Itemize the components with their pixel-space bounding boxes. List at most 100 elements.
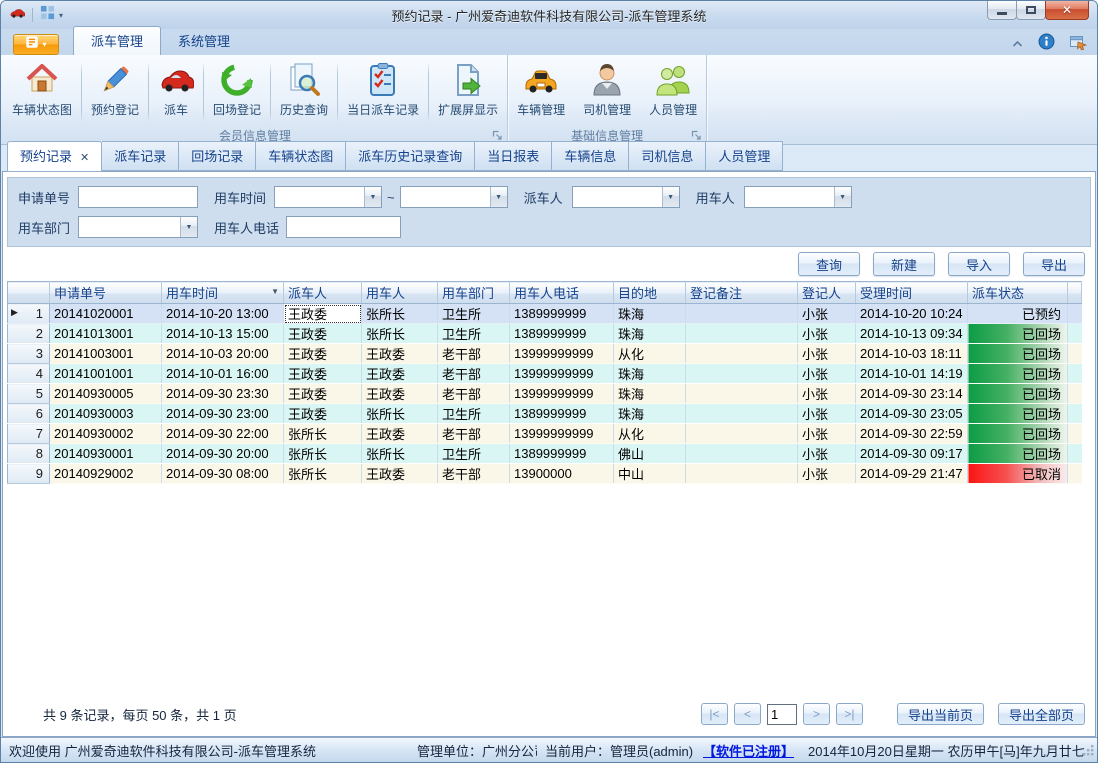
grid-cell[interactable]: 王政委 xyxy=(284,324,362,344)
doc-tab[interactable]: 派车记录 xyxy=(102,141,179,171)
page-number-input[interactable] xyxy=(767,704,797,725)
application-menu-button[interactable]: ▾ xyxy=(13,34,59,55)
grid-cell[interactable]: 张所长 xyxy=(284,444,362,464)
grid-column-header[interactable]: 目的地 xyxy=(614,282,686,304)
doc-tab[interactable]: 司机信息 xyxy=(629,141,706,171)
grid-cell[interactable] xyxy=(686,464,798,484)
grid-cell[interactable]: 小张 xyxy=(798,464,856,484)
grid-cell[interactable]: 老干部 xyxy=(438,344,510,364)
last-page-button[interactable]: >| xyxy=(836,703,863,725)
ribbon-button-taxi[interactable]: 车辆管理 xyxy=(508,58,574,127)
grid-cell[interactable]: 小张 xyxy=(798,304,856,324)
license-registered-link[interactable]: 【软件已注册】 xyxy=(703,744,794,759)
dialog-launcher-icon[interactable] xyxy=(492,130,503,141)
grid-cell[interactable]: 2014-09-30 23:00 xyxy=(162,404,284,424)
table-row[interactable]: 2201410130012014-10-13 15:00王政委张所长卫生所138… xyxy=(8,324,1082,344)
use-time-end-combo[interactable]: ▼ xyxy=(400,186,508,208)
grid-cell[interactable]: 张所长 xyxy=(362,304,438,324)
grid-cell[interactable]: 王政委 xyxy=(284,344,362,364)
row-header[interactable]: 9 xyxy=(8,464,50,484)
grid-cell[interactable]: 卫生所 xyxy=(438,304,510,324)
grid-cell[interactable]: 20141013001 xyxy=(50,324,162,344)
doc-tab[interactable]: 车辆信息 xyxy=(552,141,629,171)
row-header[interactable]: 6 xyxy=(8,404,50,424)
grid-cell[interactable]: 1389999999 xyxy=(510,324,614,344)
combo-arrow-icon[interactable]: ▼ xyxy=(180,217,197,237)
row-header[interactable]: 8 xyxy=(8,444,50,464)
grid-column-header[interactable]: 登记备注 xyxy=(686,282,798,304)
dispatch-status-cell[interactable]: 已回场 xyxy=(968,444,1068,464)
grid-cell[interactable]: 王政委 xyxy=(284,364,362,384)
doc-tab[interactable]: 当日报表 xyxy=(475,141,552,171)
grid-cell[interactable]: 20141020001 xyxy=(50,304,162,324)
grid-column-header[interactable]: 用车人 xyxy=(362,282,438,304)
grid-cell[interactable]: 小张 xyxy=(798,384,856,404)
doc-tab[interactable]: 预约记录✕ xyxy=(7,141,102,172)
grid-cell[interactable]: 2014-09-30 09:17 xyxy=(856,444,968,464)
chevron-down-icon[interactable]: ▾ xyxy=(59,11,63,20)
export-all-pages-button[interactable]: 导出全部页 xyxy=(998,703,1085,725)
grid-column-header[interactable]: 申请单号 xyxy=(50,282,162,304)
grid-cell[interactable]: 2014-10-20 10:24 xyxy=(856,304,968,324)
grid-cell[interactable]: 珠海 xyxy=(614,404,686,424)
dispatcher-combo[interactable]: ▼ xyxy=(572,186,680,208)
grid-cell[interactable]: 张所长 xyxy=(284,464,362,484)
row-header[interactable]: 7 xyxy=(8,424,50,444)
dispatch-status-cell[interactable]: 已回场 xyxy=(968,424,1068,444)
grid-cell[interactable]: 2014-10-13 15:00 xyxy=(162,324,284,344)
grid-cell[interactable]: 1389999999 xyxy=(510,404,614,424)
grid-cell[interactable]: 珠海 xyxy=(614,304,686,324)
grid-cell[interactable]: 2014-09-30 20:00 xyxy=(162,444,284,464)
grid-cell[interactable]: 2014-09-30 22:59 xyxy=(856,424,968,444)
grid-cell[interactable]: 佛山 xyxy=(614,444,686,464)
maximize-button[interactable] xyxy=(1016,1,1046,20)
grid-cell[interactable]: 王政委 xyxy=(362,464,438,484)
combo-arrow-icon[interactable]: ▼ xyxy=(490,187,507,207)
table-row[interactable]: 5201409300052014-09-30 23:30王政委王政委老干部139… xyxy=(8,384,1082,404)
grid-cell[interactable]: 王政委 xyxy=(362,364,438,384)
grid-cell[interactable]: 珠海 xyxy=(614,384,686,404)
grid-cell[interactable] xyxy=(686,364,798,384)
ribbon-button-recycle[interactable]: 回场登记 xyxy=(204,58,270,127)
grid-cell[interactable]: 卫生所 xyxy=(438,404,510,424)
grid-cell[interactable]: 2014-09-30 08:00 xyxy=(162,464,284,484)
dispatch-status-cell[interactable]: 已取消 xyxy=(968,464,1068,484)
ribbon-button-driver[interactable]: 司机管理 xyxy=(574,58,640,127)
grid-cell[interactable]: 王政委 xyxy=(362,424,438,444)
doc-tab[interactable]: 回场记录 xyxy=(179,141,256,171)
grid-cell[interactable]: 13999999999 xyxy=(510,424,614,444)
table-row[interactable]: ▶1201410200012014-10-20 13:00王政委张所长卫生所13… xyxy=(8,304,1082,324)
grid-cell[interactable]: 王政委 xyxy=(284,384,362,404)
grid-cell[interactable]: 小张 xyxy=(798,344,856,364)
doc-tab[interactable]: 派车历史记录查询 xyxy=(346,141,475,171)
grid-cell[interactable]: 老干部 xyxy=(438,364,510,384)
grid-cell[interactable]: 2014-09-30 23:30 xyxy=(162,384,284,404)
grid-cell[interactable]: 2014-09-30 22:00 xyxy=(162,424,284,444)
grid-cell[interactable] xyxy=(686,384,798,404)
grid-cell[interactable]: 20140930003 xyxy=(50,404,162,424)
row-header[interactable]: 2 xyxy=(8,324,50,344)
grid-cell[interactable]: 张所长 xyxy=(362,404,438,424)
car-user-combo[interactable]: ▼ xyxy=(744,186,852,208)
grid-cell[interactable]: 13999999999 xyxy=(510,344,614,364)
grid-cell[interactable]: 2014-09-29 21:47 xyxy=(856,464,968,484)
grid-cell[interactable]: 王政委 xyxy=(362,344,438,364)
grid-cell[interactable]: 20140930005 xyxy=(50,384,162,404)
ribbon-button-red-car[interactable]: 派车 xyxy=(149,58,203,127)
row-header[interactable]: 5 xyxy=(8,384,50,404)
grid-cell[interactable] xyxy=(686,344,798,364)
grid-cell[interactable]: 小张 xyxy=(798,424,856,444)
ribbon-button-house[interactable]: 车辆状态图 xyxy=(3,58,81,127)
grid-column-header[interactable]: 登记人 xyxy=(798,282,856,304)
import-button[interactable]: 导入 xyxy=(948,252,1010,276)
prev-page-button[interactable]: < xyxy=(734,703,761,725)
grid-cell[interactable]: 张所长 xyxy=(284,424,362,444)
grid-cell[interactable] xyxy=(686,304,798,324)
grid-cell[interactable]: 卫生所 xyxy=(438,444,510,464)
dispatch-status-cell[interactable]: 已回场 xyxy=(968,324,1068,344)
table-row[interactable]: 4201410010012014-10-01 16:00王政委王政委老干部139… xyxy=(8,364,1082,384)
grid-column-header[interactable]: 用车人电话 xyxy=(510,282,614,304)
doc-tab[interactable]: 车辆状态图 xyxy=(256,141,346,171)
close-button[interactable]: ✕ xyxy=(1045,1,1089,20)
ribbon-button-history-search[interactable]: 历史查询 xyxy=(271,58,337,127)
